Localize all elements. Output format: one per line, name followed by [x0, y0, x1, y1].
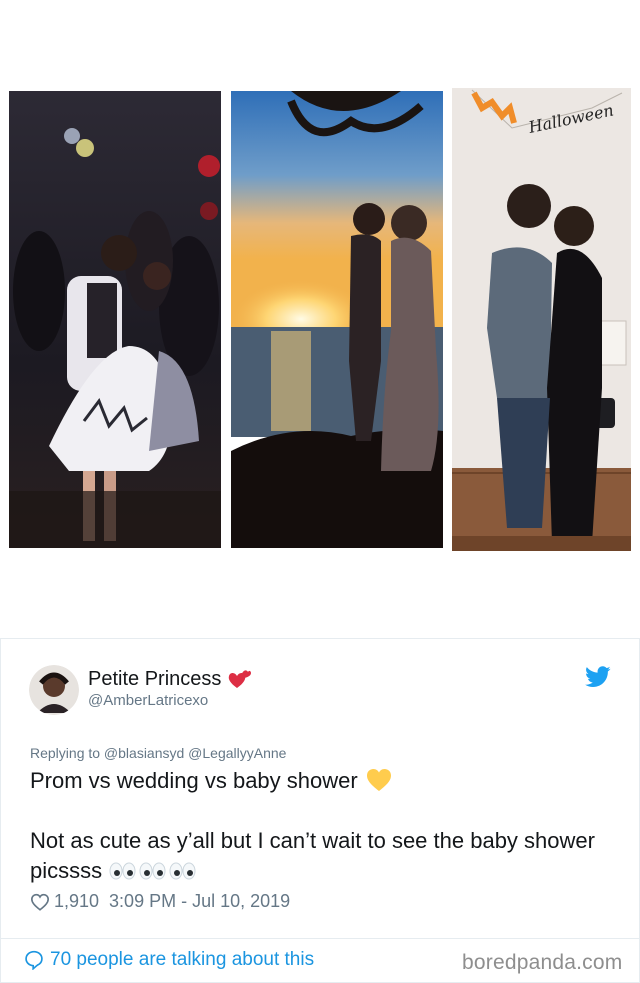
tweet-line-1-text: Prom vs wedding vs baby shower: [30, 768, 358, 793]
two-hearts-icon: [229, 670, 252, 688]
wedding-photo[interactable]: [231, 91, 443, 548]
like-count[interactable]: 1,910: [54, 891, 99, 912]
tweet-line-1: Prom vs wedding vs baby shower: [30, 766, 610, 796]
reply-context[interactable]: Replying to @blasiansyd @LegallyyAnne: [30, 745, 286, 761]
avatar[interactable]: [29, 665, 79, 715]
author-name-row: Petite Princess: [88, 667, 252, 691]
baby-shower-photo[interactable]: Halloween: [452, 88, 631, 551]
prom-photo[interactable]: [9, 91, 221, 548]
tweet-timestamp[interactable]: 3:09 PM - Jul 10, 2019: [109, 891, 290, 912]
tweet-meta: 1,910 3:09 PM - Jul 10, 2019: [30, 891, 290, 912]
yellow-heart-icon: [366, 769, 391, 791]
watermark-text: boredpanda.com: [462, 951, 623, 974]
media-divider: [1, 638, 639, 639]
photo-collage: Halloween: [0, 0, 640, 638]
conversation-link[interactable]: 70 people are talking about this: [24, 949, 314, 971]
speech-bubble-icon: [25, 950, 43, 970]
tweet-body: Prom vs wedding vs baby shower Not as cu…: [30, 766, 610, 886]
twitter-bird-icon[interactable]: [585, 666, 611, 688]
eyes-emoji-icon: [109, 862, 196, 880]
heart-outline-icon[interactable]: [30, 893, 50, 911]
conversation-text[interactable]: 70 people are talking about this: [50, 949, 314, 971]
footer-divider: [1, 938, 639, 939]
tweet-line-2: Not as cute as y’all but I can’t wait to…: [30, 826, 610, 886]
display-name[interactable]: Petite Princess: [88, 668, 221, 691]
author-handle[interactable]: @AmberLatricexo: [88, 692, 208, 709]
